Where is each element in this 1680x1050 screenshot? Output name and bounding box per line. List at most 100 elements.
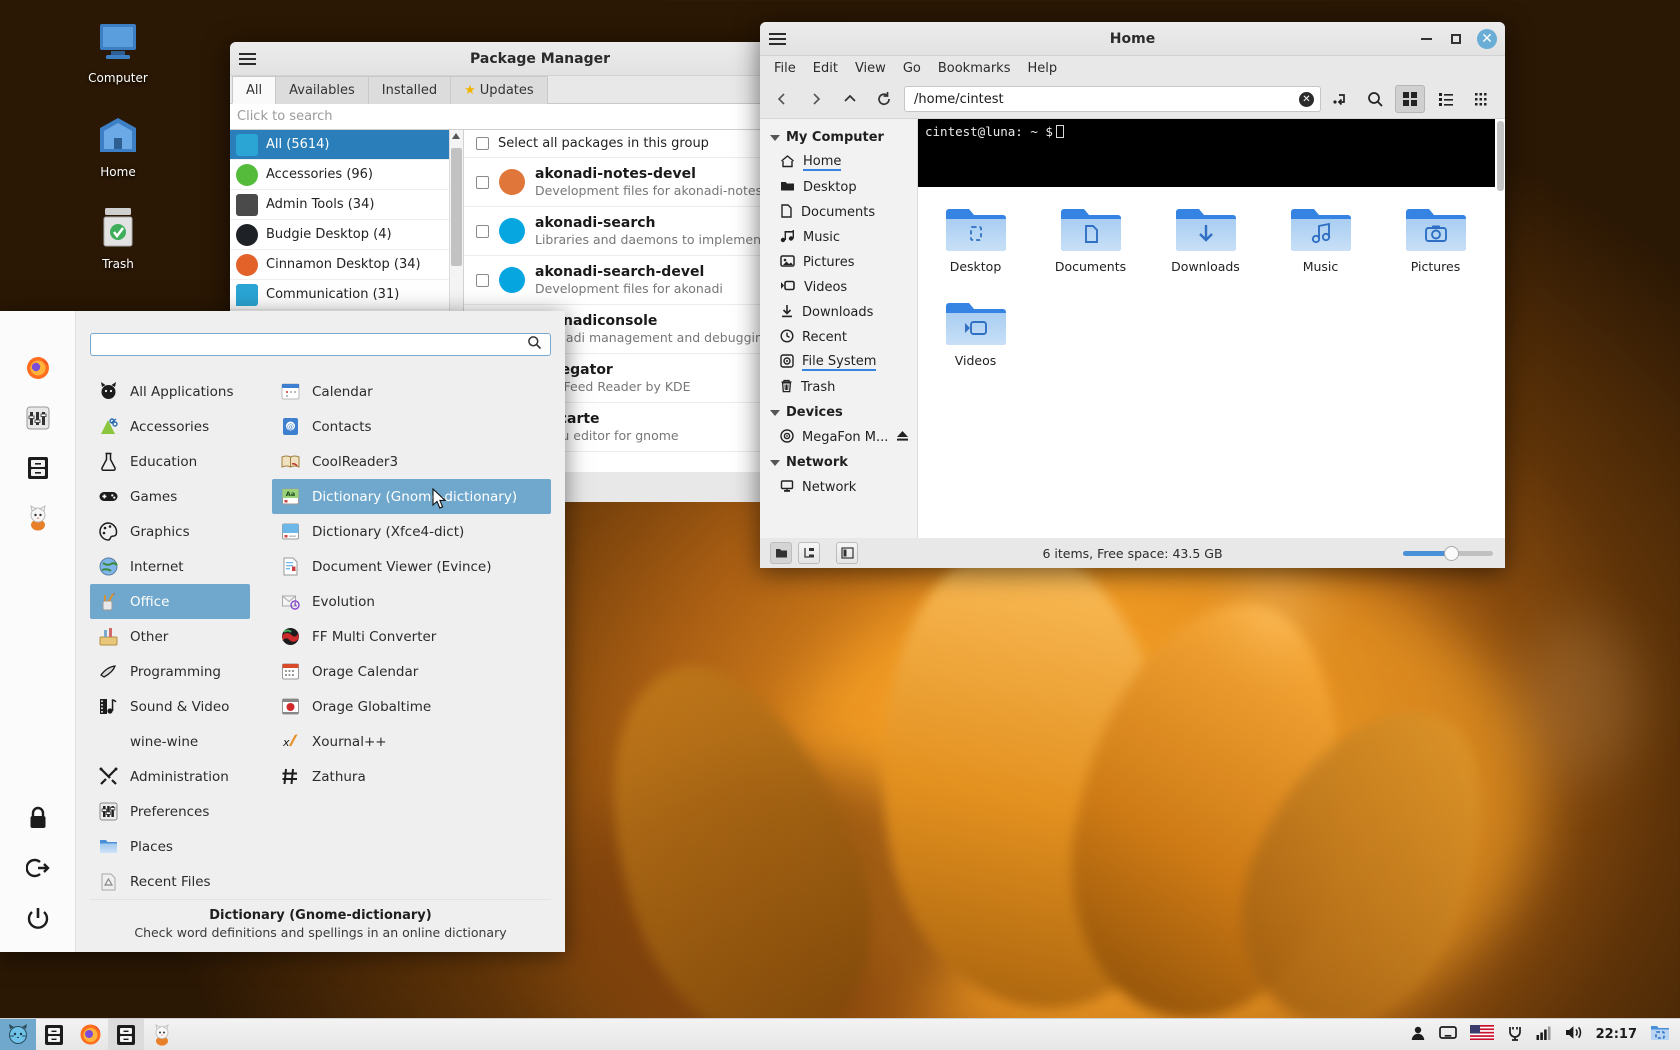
workspace-icon[interactable] bbox=[1650, 1024, 1670, 1046]
file-manager-window[interactable]: Home ✕ File Edit View Go Bookmarks Help … bbox=[760, 22, 1505, 568]
tab-updates[interactable]: ★ Updates bbox=[450, 76, 548, 104]
menu-category-wine-wine[interactable]: wine-wine bbox=[90, 724, 250, 759]
menu-app-document-viewer[interactable]: Document Viewer (Evince) bbox=[272, 549, 551, 584]
menu-bookmarks[interactable]: Bookmarks bbox=[938, 61, 1011, 76]
sidebar-group-network[interactable]: Network bbox=[760, 450, 917, 475]
shutdown-icon[interactable] bbox=[26, 906, 50, 934]
minimize-icon[interactable] bbox=[1417, 30, 1435, 48]
settings-icon[interactable] bbox=[25, 405, 51, 435]
folder-item-videos[interactable]: Videos bbox=[918, 289, 1033, 369]
package-checkbox[interactable] bbox=[476, 224, 489, 238]
hamburger-icon[interactable] bbox=[230, 42, 264, 76]
menu-category-all-applications[interactable]: All Applications bbox=[90, 374, 250, 409]
menu-app-ff-multi-converter[interactable]: FF Multi Converter bbox=[272, 619, 551, 654]
menu-app-orage-globaltime[interactable]: Orage Globaltime bbox=[272, 689, 551, 724]
category-communication[interactable]: Communication (31) bbox=[230, 280, 463, 310]
menu-app-coolreader3[interactable]: CoolReader3 bbox=[272, 444, 551, 479]
sidebar-group-devices[interactable]: Devices bbox=[760, 400, 917, 425]
cat-app-icon[interactable] bbox=[25, 504, 51, 535]
compact-view-icon[interactable] bbox=[1467, 85, 1497, 113]
select-all-checkbox[interactable] bbox=[476, 137, 489, 150]
menu-category-programming[interactable]: Programming bbox=[90, 654, 250, 689]
menu-app-evolution[interactable]: Evolution bbox=[272, 584, 551, 619]
user-icon[interactable] bbox=[1410, 1025, 1426, 1045]
signal-icon[interactable] bbox=[1536, 1026, 1552, 1044]
menu-category-education[interactable]: Education bbox=[90, 444, 250, 479]
menu-app-zathura[interactable]: Zathura bbox=[272, 759, 551, 794]
folder-item-downloads[interactable]: Downloads bbox=[1148, 195, 1263, 275]
sidebar-item-network[interactable]: Network bbox=[760, 475, 917, 500]
back-arrow-icon[interactable] bbox=[768, 85, 796, 113]
sidebar-item-file-system[interactable]: File System bbox=[760, 350, 917, 375]
menu-category-office[interactable]: Office bbox=[90, 584, 250, 619]
package-manager-icon[interactable] bbox=[25, 455, 51, 485]
clear-icon[interactable]: ✕ bbox=[1299, 91, 1314, 107]
menu-app-orage-calendar[interactable]: Orage Calendar bbox=[272, 654, 551, 689]
file-manager-content[interactable]: cintest@luna: ~ $ Desktop Documents Down… bbox=[918, 119, 1505, 538]
taskbar-window-cat-app[interactable] bbox=[144, 1019, 180, 1050]
menu-edit[interactable]: Edit bbox=[813, 61, 838, 76]
sidebar-item-desktop[interactable]: Desktop bbox=[760, 175, 917, 200]
sidebar-item-home[interactable]: Home bbox=[760, 150, 917, 175]
menu-category-internet[interactable]: Internet bbox=[90, 549, 250, 584]
forward-arrow-icon[interactable] bbox=[802, 85, 830, 113]
sidebar-group-my-computer[interactable]: My Computer bbox=[760, 125, 917, 150]
close-icon[interactable]: ✕ bbox=[1477, 29, 1497, 49]
maximize-icon[interactable] bbox=[1447, 30, 1465, 48]
category-admin-tools[interactable]: Admin Tools (34) bbox=[230, 190, 463, 220]
folder-item-music[interactable]: Music bbox=[1263, 195, 1378, 275]
menu-category-preferences[interactable]: Preferences bbox=[90, 794, 250, 829]
tab-all[interactable]: All bbox=[232, 76, 277, 104]
display-icon[interactable] bbox=[1438, 1025, 1457, 1045]
taskbar-launcher-firefox[interactable] bbox=[72, 1019, 108, 1050]
scroll-up-arrow-icon[interactable] bbox=[452, 133, 460, 139]
desktop-icon-trash[interactable]: Trash bbox=[68, 206, 168, 271]
eject-icon[interactable] bbox=[896, 430, 909, 446]
sidebar-item-pictures[interactable]: Pictures bbox=[760, 250, 917, 275]
menu-app-calendar[interactable]: Calendar bbox=[272, 374, 551, 409]
firefox-icon[interactable] bbox=[25, 355, 51, 385]
menu-category-sound-video[interactable]: Sound & Video bbox=[90, 689, 250, 724]
list-view-icon[interactable] bbox=[1431, 85, 1461, 113]
category-accessories[interactable]: Accessories (96) bbox=[230, 160, 463, 190]
open-terminal-icon[interactable] bbox=[1327, 85, 1355, 113]
folder-item-pictures[interactable]: Pictures bbox=[1378, 195, 1493, 275]
volume-icon[interactable] bbox=[1565, 1025, 1583, 1044]
menu-category-graphics[interactable]: Graphics bbox=[90, 514, 250, 549]
package-checkbox[interactable] bbox=[476, 175, 489, 189]
taskbar-window-package-manager[interactable] bbox=[108, 1018, 144, 1050]
sidebar-item-music[interactable]: Music bbox=[760, 225, 917, 250]
lock-icon[interactable] bbox=[27, 806, 49, 834]
menu-app-xournal[interactable]: x Xournal++ bbox=[272, 724, 551, 759]
zoom-slider-knob[interactable] bbox=[1444, 545, 1459, 561]
menu-app-dictionary-xfce4[interactable]: Dictionary (Xfce4-dict) bbox=[272, 514, 551, 549]
us-flag-icon[interactable] bbox=[1469, 1025, 1494, 1044]
zoom-slider[interactable] bbox=[1403, 545, 1493, 561]
taskbar-launcher-package-manager[interactable] bbox=[36, 1019, 72, 1050]
tab-availables[interactable]: Availables bbox=[275, 76, 369, 104]
menu-category-other[interactable]: Other bbox=[90, 619, 250, 654]
content-scroll-thumb[interactable] bbox=[1497, 121, 1504, 191]
logout-icon[interactable] bbox=[25, 856, 50, 884]
desktop-icon-computer[interactable]: Computer bbox=[68, 22, 168, 85]
clock[interactable]: 22:17 bbox=[1596, 1027, 1637, 1042]
menu-category-games[interactable]: Games bbox=[90, 479, 250, 514]
category-scroll-thumb[interactable] bbox=[451, 148, 462, 266]
sidebar-item-trash[interactable]: Trash bbox=[760, 375, 917, 400]
menu-category-places[interactable]: Places bbox=[90, 829, 250, 864]
menu-app-contacts[interactable]: @ Contacts bbox=[272, 409, 551, 444]
sidebar-item-recent[interactable]: Recent bbox=[760, 325, 917, 350]
category-cinnamon-desktop[interactable]: Cinnamon Desktop (34) bbox=[230, 250, 463, 280]
search-icon[interactable] bbox=[1361, 85, 1389, 113]
category-budgie-desktop[interactable]: Budgie Desktop (4) bbox=[230, 220, 463, 250]
search-input[interactable] bbox=[90, 333, 551, 356]
embedded-terminal[interactable]: cintest@luna: ~ $ bbox=[918, 119, 1495, 187]
reload-icon[interactable] bbox=[870, 85, 898, 113]
sidebar-item-documents[interactable]: Documents bbox=[760, 200, 917, 225]
tab-installed[interactable]: Installed bbox=[367, 76, 452, 104]
folder-item-desktop[interactable]: Desktop bbox=[918, 195, 1033, 275]
keyboard-icon[interactable] bbox=[1507, 1025, 1523, 1045]
menu-go[interactable]: Go bbox=[903, 61, 921, 76]
folder-item-documents[interactable]: Documents bbox=[1033, 195, 1148, 275]
sidebar-item-downloads[interactable]: Downloads bbox=[760, 300, 917, 325]
